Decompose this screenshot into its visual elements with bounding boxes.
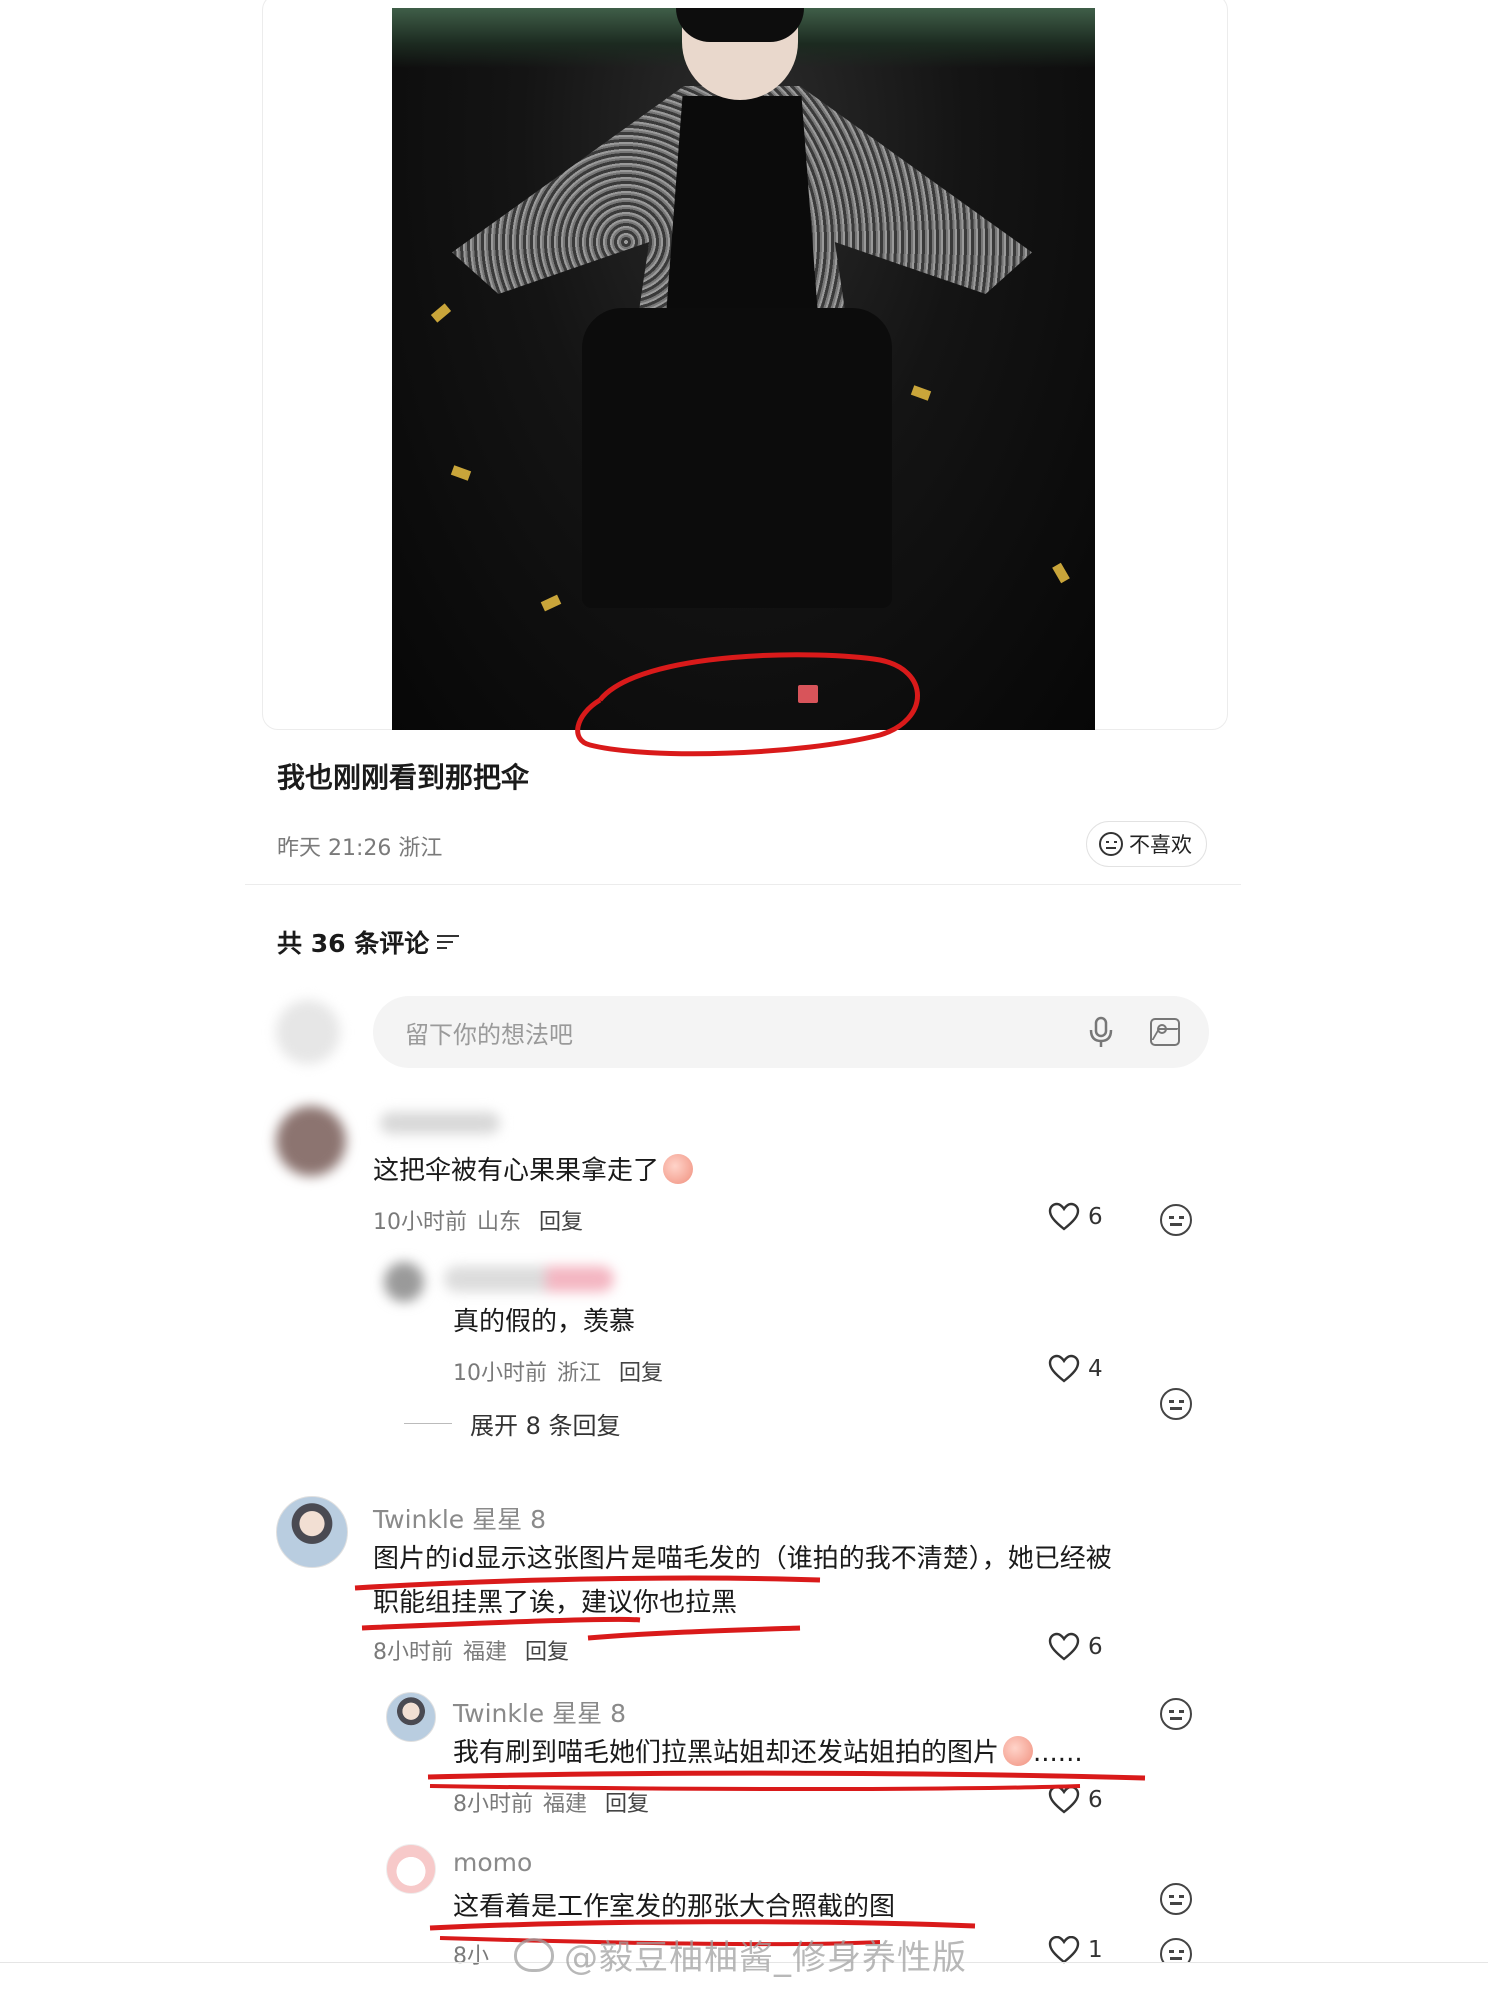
reply-meta: 8小 <box>453 1944 489 1969</box>
comment-text-line1: 图片的id显示这张图片是喵毛发的（谁拍的我不清楚），她已经被 <box>373 1544 1112 1574</box>
microphone-icon[interactable] <box>1088 1016 1114 1048</box>
heart-icon <box>1048 1785 1080 1814</box>
reply-username-blurred <box>444 1266 614 1292</box>
dislike-button[interactable]: 不喜欢 <box>1086 821 1207 867</box>
expand-replies-button[interactable]: 展开 8 条回复 <box>404 1406 621 1441</box>
annotation-underline <box>587 1625 801 1641</box>
reply-text: 我有刷到喵毛她们拉黑站姐却还发站姐拍的图片...... <box>453 1736 1083 1768</box>
reply-text: 这看着是工作室发的那张大合照截的图 <box>453 1892 896 1922</box>
crying-emoji-icon <box>1003 1736 1034 1766</box>
dislike-icon-shape <box>1160 1938 1192 1962</box>
reply-meta: 10小时前 浙江 回复 <box>453 1355 663 1387</box>
watermark: @毅豆柚柚酱_修身养性版 <box>514 1930 967 1979</box>
like-button[interactable]: 6 <box>1048 1632 1103 1662</box>
dislike-icon[interactable] <box>1160 1698 1192 1730</box>
photo-figure-hair <box>676 8 804 42</box>
comment-text-line2: 职能组挂黑了诶，建议你也拉黑 <box>373 1588 738 1618</box>
dislike-label: 不喜欢 <box>1129 833 1192 857</box>
expand-replies-label: 展开 8 条回复 <box>470 1412 621 1440</box>
dislike-icon[interactable] <box>1160 1883 1192 1915</box>
photo-figure-legs <box>582 308 892 608</box>
like-button[interactable]: 6 <box>1048 1785 1103 1815</box>
like-count: 1 <box>1088 1937 1103 1963</box>
heart-icon <box>1048 1936 1080 1964</box>
dislike-icon[interactable] <box>1160 1938 1192 1962</box>
like-button[interactable]: 6 <box>1048 1202 1103 1232</box>
expand-line <box>404 1423 452 1424</box>
weibo-logo-icon <box>514 1937 554 1972</box>
confetti <box>430 303 452 323</box>
reply-button[interactable]: 回复 <box>619 1355 663 1387</box>
comment-avatar[interactable] <box>276 1496 348 1568</box>
reply-avatar[interactable] <box>384 1262 424 1302</box>
neutral-face-icon <box>1099 832 1123 856</box>
like-count: 6 <box>1088 1787 1103 1813</box>
comment-count-label: 共 36 条评论 <box>277 929 430 958</box>
comment-text: 这把伞被有心果果拿走了 <box>373 1149 694 1193</box>
post-time: 昨天 21:26 <box>277 836 392 861</box>
sort-icon[interactable] <box>437 933 460 951</box>
reply-button[interactable]: 回复 <box>539 1204 583 1236</box>
comment-count-header[interactable]: 共 36 条评论 <box>277 924 460 960</box>
reply-text: 真的假的，羡慕 <box>453 1307 636 1337</box>
reply-button[interactable]: 回复 <box>605 1786 649 1818</box>
like-button[interactable]: 4 <box>1048 1354 1103 1384</box>
post-location: 浙江 <box>398 836 443 861</box>
image-upload-icon[interactable] <box>1150 1018 1180 1046</box>
comment-meta: 10小时前 山东 回复 <box>373 1204 583 1236</box>
current-user-avatar <box>276 1000 340 1064</box>
divider <box>245 884 1241 885</box>
dislike-icon[interactable] <box>1160 1388 1192 1420</box>
like-count: 6 <box>1088 1204 1103 1230</box>
watermark-text: @毅豆柚柚酱_修身养性版 <box>564 1938 967 1978</box>
confetti <box>910 385 932 401</box>
reply-button[interactable]: 回复 <box>525 1634 569 1666</box>
reply-avatar[interactable] <box>386 1844 436 1894</box>
post-caption: 我也刚刚看到那把伞 <box>277 761 530 794</box>
crying-emoji-icon <box>663 1154 694 1184</box>
reply-username[interactable]: momo <box>453 1848 532 1877</box>
confetti <box>1052 562 1070 584</box>
comment-meta: 8小时前 福建 回复 <box>373 1634 569 1666</box>
comment-username[interactable]: Twinkle 星星 8 <box>373 1500 546 1536</box>
like-button[interactable]: 1 <box>1048 1936 1103 1964</box>
confetti <box>540 594 562 612</box>
comment-input[interactable]: 留下你的想法吧 <box>373 996 1209 1068</box>
comment-input-placeholder: 留下你的想法吧 <box>405 1020 573 1049</box>
like-count: 4 <box>1088 1356 1103 1382</box>
umbrella-object <box>798 685 818 703</box>
dislike-icon[interactable] <box>1160 1204 1192 1236</box>
heart-icon <box>1048 1632 1080 1661</box>
reply-username[interactable]: Twinkle 星星 8 <box>453 1694 626 1730</box>
comment-avatar[interactable] <box>276 1106 346 1176</box>
heart-icon <box>1048 1202 1080 1231</box>
heart-icon <box>1048 1354 1080 1383</box>
post-photo[interactable] <box>392 8 1095 730</box>
post-meta: 昨天 21:26 浙江 <box>277 830 442 862</box>
like-count: 6 <box>1088 1634 1103 1660</box>
reply-avatar[interactable] <box>386 1692 436 1742</box>
confetti <box>450 465 472 481</box>
reply-meta: 8小时前 福建 回复 <box>453 1786 649 1818</box>
comment-username-blurred <box>380 1112 500 1134</box>
